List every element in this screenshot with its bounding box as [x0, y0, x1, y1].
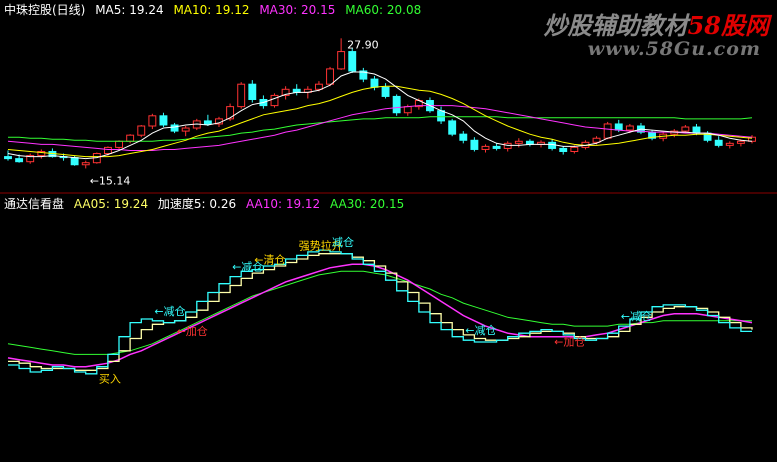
candle-body: [181, 127, 190, 132]
candle-body: [614, 123, 623, 131]
ma30-readout: MA30: 20.15: [259, 3, 336, 17]
candle-body: [492, 145, 501, 149]
candle-body: [148, 115, 157, 127]
indicator-name: 通达信看盘: [4, 197, 65, 211]
watermark-prefix: 炒股辅助教材: [543, 11, 688, 40]
candle-body: [237, 83, 246, 108]
candle-body: [226, 106, 235, 120]
indicator-header: 通达信看盘 AA05: 19.24 加速度5: 0.26 AA10: 19.12…: [4, 195, 410, 212]
candle-body: [692, 126, 701, 134]
candle-body: [548, 141, 557, 149]
aa05-readout: AA05: 19.24: [73, 197, 149, 211]
candle-body: [159, 115, 168, 126]
candle-body: [381, 86, 390, 97]
candle-body: [470, 139, 479, 150]
chart-stage: 27.90 ←15.14 买入 ←减仓 ←加仓 ←减仓 ←清仓 强势拉升 减仓 ←减仓 ←加仓 ←减…: [0, 0, 777, 458]
signal-label-add: ←加仓: [554, 334, 585, 348]
low-price-label: ←15.14: [90, 174, 131, 187]
aa10-readout: AA10: 19.12: [245, 197, 321, 211]
watermark-title: 炒股辅助教材58股网: [544, 6, 769, 41]
signal-label-buy: 买入: [99, 373, 121, 386]
ma60-readout: MA60: 20.08: [345, 3, 422, 17]
ma5-readout: MA5: 19.24: [95, 3, 164, 17]
candle-body: [137, 125, 146, 136]
price-panel: 27.90 ←15.14: [4, 38, 756, 187]
candle-body: [115, 140, 123, 148]
signal-label-reduce: ←减仓: [154, 304, 185, 318]
signal-label-reduce: ←减仓: [621, 309, 652, 323]
high-price-label: 27.90: [347, 38, 379, 51]
candle-body: [481, 145, 490, 150]
candle-body: [725, 142, 734, 146]
indicator-panel: 买入←减仓←加仓←减仓←清仓强势拉升减仓←减仓←加仓←减仓: [7, 235, 753, 386]
candle-body: [570, 146, 579, 152]
candle-body: [525, 140, 534, 145]
watermark-brand: 58股网: [687, 11, 769, 40]
aa30-readout: AA30: 20.15: [330, 197, 405, 211]
signal-label-reduce: 减仓: [332, 235, 354, 249]
candle-body: [170, 124, 179, 132]
candle-body: [736, 140, 745, 144]
stock-chart-svg: 27.90←15.14 买入←减仓←加仓←减仓←清仓强势拉升减仓←减仓←加仓←减…: [0, 38, 777, 386]
candle-body: [70, 157, 79, 166]
stock-name: 中珠控股(日线): [4, 3, 86, 17]
candle-body: [448, 120, 457, 135]
candle-body: [392, 95, 401, 114]
candle-body: [559, 147, 568, 152]
candle-body: [270, 94, 279, 107]
candle-body: [348, 51, 357, 72]
candle-body: [126, 134, 135, 142]
watermark-url: www.58Gu.com: [587, 38, 761, 60]
candle-body: [248, 83, 257, 100]
candle-body: [459, 133, 468, 141]
signal-label-reduce: ←减仓: [465, 323, 496, 337]
speed-readout: 加速度5: 0.26: [157, 197, 237, 211]
candle-body: [4, 156, 12, 160]
candle-body: [15, 158, 24, 163]
candle-body: [370, 78, 379, 88]
candle-body: [437, 110, 446, 122]
candle-body: [403, 106, 412, 114]
candle-body: [81, 162, 90, 166]
candle-body: [603, 123, 612, 139]
candle-body: [103, 146, 112, 155]
signal-label-add: ←加仓: [177, 324, 208, 338]
candle-body: [203, 120, 212, 125]
candle-body: [681, 126, 690, 132]
candle-body: [514, 140, 523, 144]
ma10-readout: MA10: 19.12: [173, 3, 250, 17]
candle-body: [292, 88, 301, 93]
candle-body: [625, 125, 634, 131]
candle-body: [714, 139, 723, 146]
candle-body: [314, 83, 323, 90]
candle-body: [337, 51, 346, 70]
price-header: 中珠控股(日线) MA5: 19.24 MA10: 19.12 MA30: 20…: [4, 1, 427, 18]
signal-label-buy: ←清仓: [254, 253, 285, 267]
candle-body: [326, 68, 334, 85]
